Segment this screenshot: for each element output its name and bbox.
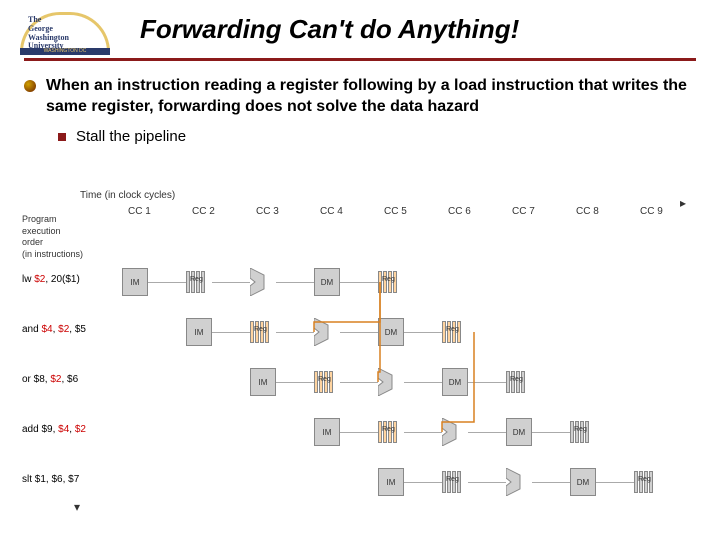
slide-title: Forwarding Can't do Anything! [140,14,519,45]
cc-header: CC 2 [192,206,215,217]
bullet-level2: Stall the pipeline [58,128,704,145]
instruction-label: and $4, $2, $5 [22,324,86,335]
arrow-down-icon: ▾ [74,500,80,514]
wire [404,432,442,433]
stage-reg: Reg [250,321,274,343]
stage-reg: Reg [506,371,530,393]
wire [468,482,506,483]
program-order-label: Programexecutionorder(in instructions) [22,214,83,261]
stage-reg: Reg [570,421,594,443]
logo-bar: WASHINGTON DC [20,48,110,55]
pipeline-diagram: Time (in clock cycles) ▸ ▾ Programexecut… [20,190,700,520]
bullet-icon [24,80,36,92]
wire [468,382,506,383]
stage-reg: Reg [634,471,658,493]
stage-alu [314,318,336,346]
wire [212,282,250,283]
stage-reg: Reg [314,371,338,393]
stage-dm: DM [570,468,596,496]
stage-dm: DM [314,268,340,296]
wire [404,382,442,383]
wire [596,482,634,483]
stage-im: IM [250,368,276,396]
stage-alu [506,468,528,496]
wire [404,482,442,483]
instruction-label: lw $2, 20($1) [22,274,80,285]
wire [276,332,314,333]
wire [532,432,570,433]
stage-im: IM [122,268,148,296]
stage-im: IM [186,318,212,346]
stage-alu [378,368,400,396]
stage-alu [442,418,464,446]
gw-logo: The George Washington University WASHING… [20,8,120,56]
stage-reg: Reg [186,271,210,293]
content-area: When an instruction reading a register f… [24,76,704,145]
wire [532,482,570,483]
bullet-text: When an instruction reading a register f… [46,76,704,118]
bullet-text: Stall the pipeline [76,128,186,145]
cc-header: CC 5 [384,206,407,217]
wire [276,282,314,283]
bullet-icon [58,133,66,141]
wire [340,432,378,433]
instruction-label: or $8, $2, $6 [22,374,78,385]
stage-reg: Reg [378,271,402,293]
cc-header: CC 4 [320,206,343,217]
forwarding-lines [20,190,700,520]
cc-header: CC 8 [576,206,599,217]
wire [404,332,442,333]
stage-im: IM [314,418,340,446]
stage-dm: DM [442,368,468,396]
cc-header: CC 6 [448,206,471,217]
instruction-label: add $9, $4, $2 [22,424,86,435]
cc-header: CC 9 [640,206,663,217]
cc-header: CC 3 [256,206,279,217]
wire [340,382,378,383]
wire [276,382,314,383]
stage-im: IM [378,468,404,496]
wire [148,282,186,283]
time-axis-label: Time (in clock cycles) [80,190,175,201]
stage-dm: DM [506,418,532,446]
stage-alu [250,268,272,296]
wire [212,332,250,333]
wire [340,332,378,333]
arrow-right-icon: ▸ [680,196,686,210]
instruction-label: slt $1, $6, $7 [22,474,79,485]
logo-text: The George Washington University [28,16,69,51]
wire [468,432,506,433]
bullet-level1: When an instruction reading a register f… [24,76,704,118]
cc-header: CC 1 [128,206,151,217]
stage-reg: Reg [442,321,466,343]
stage-dm: DM [378,318,404,346]
cc-header: CC 7 [512,206,535,217]
stage-reg: Reg [442,471,466,493]
stage-reg: Reg [378,421,402,443]
title-rule [24,58,696,61]
wire [340,282,378,283]
